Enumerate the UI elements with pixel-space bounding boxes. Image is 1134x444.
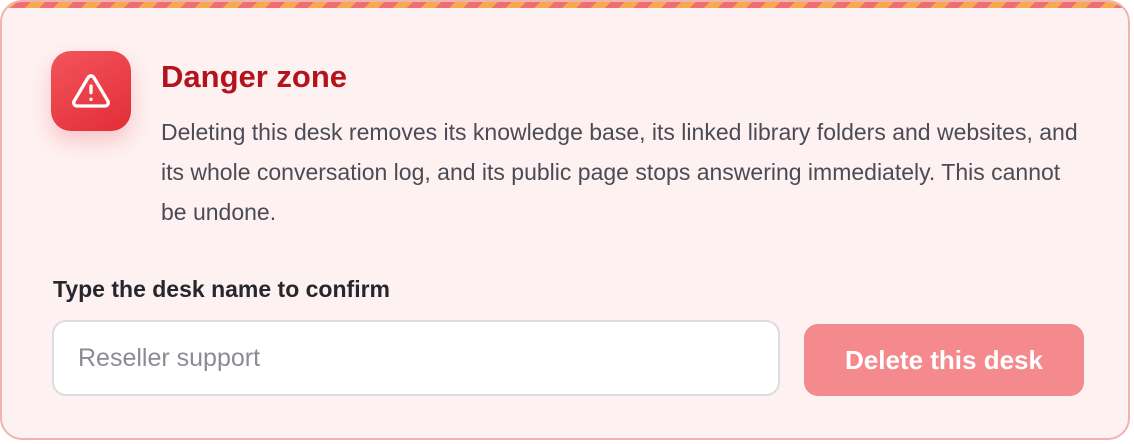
hazard-stripe [2,2,1128,8]
danger-zone-card: Danger zone Deleting this desk removes i… [0,0,1130,440]
delete-desk-button[interactable]: Delete this desk [804,324,1084,396]
warning-triangle-icon [72,74,110,108]
danger-zone-title: Danger zone [161,59,348,94]
desk-name-confirm-input[interactable] [52,320,780,396]
confirm-field-label: Type the desk name to confirm [53,276,390,302]
danger-zone-description: Deleting this desk removes its knowledge… [161,119,1078,225]
warning-icon-tile [51,51,131,131]
